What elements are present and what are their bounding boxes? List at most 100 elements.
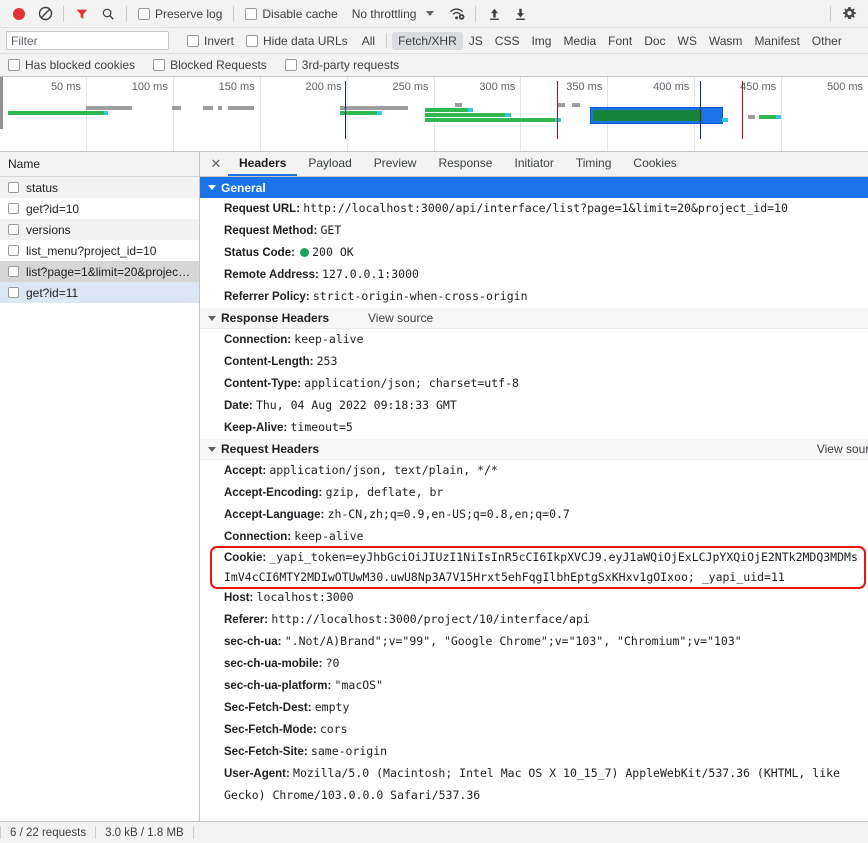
timeline-bar xyxy=(425,108,473,112)
resource-filter-doc[interactable]: Doc xyxy=(638,32,671,50)
has-blocked-cookies-checkbox[interactable]: Has blocked cookies xyxy=(8,58,135,72)
header-value: ".Not/A)Brand";v="99", "Google Chrome";v… xyxy=(284,634,742,648)
filter-input[interactable] xyxy=(6,31,169,50)
header-key: sec-ch-ua: xyxy=(224,636,285,648)
resource-filter-js[interactable]: JS xyxy=(463,32,489,50)
headers-content[interactable]: General Request URL: http://localhost:30… xyxy=(200,177,868,821)
preserve-log-checkbox[interactable]: Preserve log xyxy=(138,7,222,21)
header-value: _yapi_token=eyJhbGciOiJIUzI1NiIsInR5cCI6… xyxy=(224,550,858,584)
close-detail-button[interactable]: ✕ xyxy=(204,152,228,176)
triangle-down-icon xyxy=(208,185,216,190)
upload-arrow-icon xyxy=(490,8,499,20)
chevron-down-icon[interactable] xyxy=(426,11,435,16)
filter-toggle-button[interactable] xyxy=(69,2,95,26)
invert-checkbox[interactable]: Invert xyxy=(187,34,234,48)
disable-cache-label: Disable cache xyxy=(262,6,338,21)
request-list-item[interactable]: get?id=10 xyxy=(0,198,199,219)
search-magnifier-icon xyxy=(102,8,114,20)
header-key: Accept-Encoding: xyxy=(224,487,326,499)
resource-filter-css[interactable]: CSS xyxy=(489,32,526,50)
tab-payload[interactable]: Payload xyxy=(297,152,362,176)
triangle-down-icon xyxy=(208,315,216,321)
request-list[interactable]: status get?id=10 versions list_menu?project… xyxy=(0,177,199,821)
resource-filter-font[interactable]: Font xyxy=(602,32,638,50)
header-key: Host: xyxy=(224,592,257,604)
tab-timing[interactable]: Timing xyxy=(565,152,623,176)
resource-filter-fetch-xhr[interactable]: Fetch/XHR xyxy=(392,31,463,50)
header-value: application/json; charset=utf-8 xyxy=(304,376,519,390)
resource-filter-manifest[interactable]: Manifest xyxy=(748,32,805,50)
request-checkbox[interactable] xyxy=(8,287,19,298)
request-list-item[interactable]: versions xyxy=(0,219,199,240)
header-value: gzip, deflate, br xyxy=(325,485,444,499)
timeline-bar xyxy=(748,115,755,119)
tab-cookies[interactable]: Cookies xyxy=(622,152,687,176)
load-event-marker xyxy=(742,81,743,139)
resource-filter-ws[interactable]: WS xyxy=(672,32,703,50)
wifi-settings-icon xyxy=(449,8,465,20)
request-checkbox[interactable] xyxy=(8,245,19,256)
network-overview-timeline[interactable]: 50 ms 100 ms 150 ms 200 ms 250 ms 300 ms 350 m… xyxy=(0,77,868,152)
throttling-select[interactable]: No throttling xyxy=(352,7,417,21)
header-key: Connection: xyxy=(224,334,295,346)
third-party-requests-label: 3rd-party requests xyxy=(301,58,400,72)
resource-filter-img[interactable]: Img xyxy=(525,32,557,50)
tab-response[interactable]: Response xyxy=(427,152,503,176)
header-row: Status Code: 200 OK xyxy=(200,242,868,264)
response-view-source-link[interactable]: View source xyxy=(368,311,433,325)
tab-preview[interactable]: Preview xyxy=(363,152,428,176)
settings-button[interactable] xyxy=(836,2,862,26)
record-button[interactable] xyxy=(6,2,32,26)
resource-filter-wasm[interactable]: Wasm xyxy=(703,32,749,50)
timeline-bar xyxy=(557,103,565,107)
search-button[interactable] xyxy=(95,2,121,26)
general-rows: Request URL: http://localhost:3000/api/i… xyxy=(200,198,868,308)
timeline-bar xyxy=(172,106,181,110)
timeline-bar xyxy=(505,113,510,117)
timeline-bar xyxy=(377,111,382,115)
request-list-item[interactable]: list_menu?project_id=10 xyxy=(0,240,199,261)
resource-filter-other[interactable]: Other xyxy=(806,32,848,50)
request-list-item[interactable]: list?page=1&limit=20&projec… xyxy=(0,261,199,282)
blocked-requests-checkbox[interactable]: Blocked Requests xyxy=(153,58,267,72)
network-status-bar: 6 / 22 requests 3.0 kB / 1.8 MB xyxy=(0,821,868,843)
header-value: application/json, text/plain, */* xyxy=(269,463,498,477)
header-value: ?0 xyxy=(325,656,340,670)
request-checkbox[interactable] xyxy=(8,203,19,214)
third-party-requests-checkbox[interactable]: 3rd-party requests xyxy=(284,58,400,72)
resource-filter-all[interactable]: All xyxy=(356,32,381,50)
clear-no-entry-icon xyxy=(38,6,52,21)
request-checkbox[interactable] xyxy=(8,224,19,235)
tab-initiator[interactable]: Initiator xyxy=(503,152,564,176)
request-list-item[interactable]: get?id=11 xyxy=(0,282,199,303)
timeline-bar xyxy=(776,115,781,119)
network-main-area: Name status get?id=10 versions list_menu?pr… xyxy=(0,152,868,821)
header-key: Referrer Policy: xyxy=(224,291,313,303)
header-value: localhost:3000 xyxy=(256,590,354,604)
import-har-button[interactable] xyxy=(481,2,507,26)
header-key: Content-Type: xyxy=(224,378,305,390)
export-har-button[interactable] xyxy=(507,2,533,26)
header-value: zh-CN,zh;q=0.9,en-US;q=0.8,en;q=0.7 xyxy=(327,507,570,521)
resource-filter-media[interactable]: Media xyxy=(557,32,602,50)
clear-button[interactable] xyxy=(32,2,58,26)
timeline-tick-label: 250 ms xyxy=(392,81,429,93)
network-conditions-button[interactable] xyxy=(444,2,470,26)
section-request-headers[interactable]: Request Headers View source xyxy=(200,439,868,460)
timeline-bar xyxy=(425,118,560,122)
hide-data-urls-checkbox[interactable]: Hide data URLs xyxy=(246,34,348,48)
header-row: Content-Type: application/json; charset=… xyxy=(200,373,868,395)
request-list-item[interactable]: status xyxy=(0,177,199,198)
header-value: 253 xyxy=(316,354,338,368)
request-list-header[interactable]: Name xyxy=(0,152,199,177)
gear-icon xyxy=(842,7,856,20)
section-general[interactable]: General xyxy=(200,177,868,198)
request-checkbox[interactable] xyxy=(8,266,19,277)
request-view-source-link[interactable]: View source xyxy=(817,442,868,456)
header-row: Sec-Fetch-Dest: empty xyxy=(200,697,868,719)
section-response-headers[interactable]: Response Headers View source xyxy=(200,308,868,329)
dom-content-loaded-marker xyxy=(700,81,701,139)
request-checkbox[interactable] xyxy=(8,182,19,193)
disable-cache-checkbox[interactable]: Disable cache xyxy=(245,6,338,21)
tab-headers[interactable]: Headers xyxy=(228,152,298,176)
